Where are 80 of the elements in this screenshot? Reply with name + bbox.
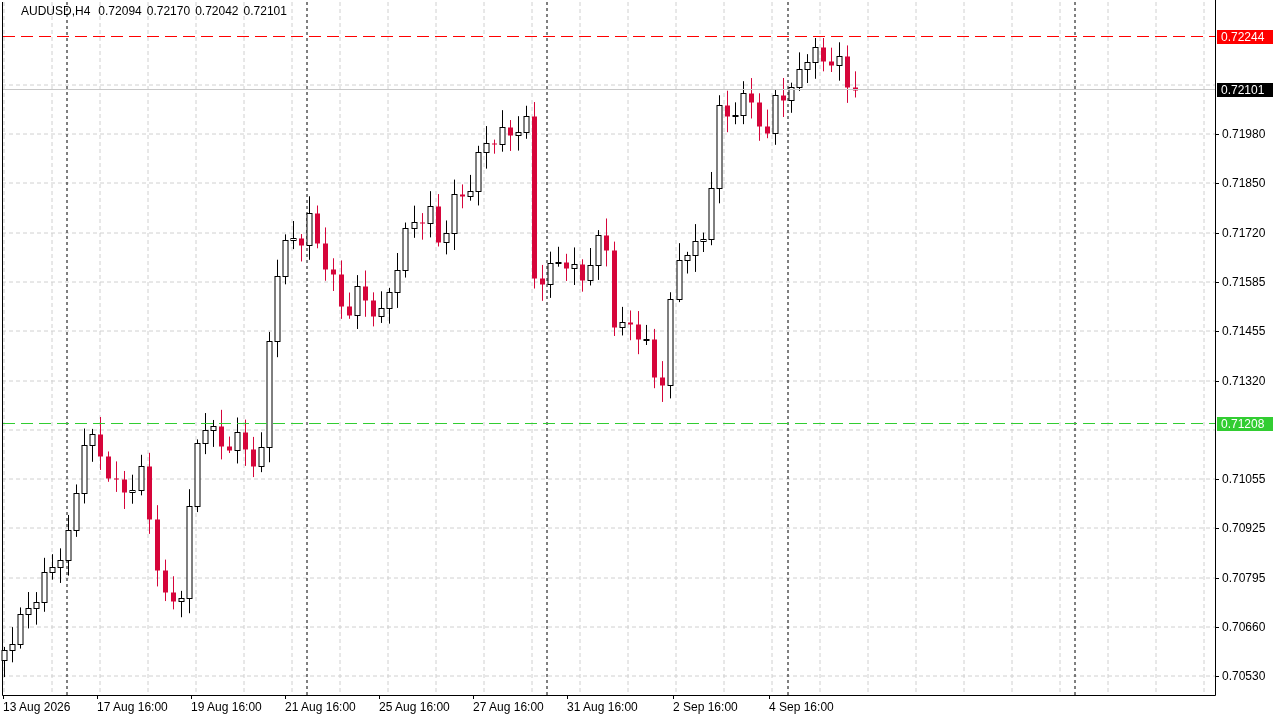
candlestick xyxy=(725,90,730,133)
candlestick xyxy=(171,575,176,610)
candlestick xyxy=(331,257,336,292)
price-label: 0.70795 xyxy=(1222,571,1266,585)
candlestick xyxy=(460,183,465,209)
candlestick xyxy=(251,436,256,478)
candlestick xyxy=(243,419,248,467)
ohlc-value: 0.72094 xyxy=(98,4,142,18)
candlestick xyxy=(765,109,770,139)
ohlc-value: 0.72101 xyxy=(243,4,287,18)
candlestick xyxy=(122,470,127,510)
candlestick xyxy=(339,259,344,320)
candlestick xyxy=(499,109,506,153)
candlestick xyxy=(836,41,843,82)
price-label: 0.71585 xyxy=(1222,275,1266,289)
candlestick xyxy=(354,274,361,330)
time-label: 13 Aug 2026 xyxy=(3,700,71,714)
time-label: 4 Sep 16:00 xyxy=(769,700,834,714)
candlestick xyxy=(660,360,665,403)
ohlc-value: 0.72170 xyxy=(146,4,191,18)
price-label: 0.71980 xyxy=(1222,127,1266,141)
candlestick xyxy=(564,253,569,282)
candlestick xyxy=(227,436,232,454)
candlestick xyxy=(234,417,241,464)
price-label: 0.70530 xyxy=(1222,669,1266,683)
candlestick xyxy=(643,324,650,346)
candlestick xyxy=(129,474,136,505)
time-label: 2 Sep 16:00 xyxy=(673,700,738,714)
candlestick xyxy=(636,310,641,355)
candlestick xyxy=(106,451,111,483)
price-label: 0.71455 xyxy=(1222,324,1266,338)
candlestick xyxy=(492,139,497,155)
candlestick xyxy=(652,328,657,389)
candlestick xyxy=(571,246,578,286)
price-tag: 0.72244 xyxy=(1217,30,1273,44)
price-label: 0.71055 xyxy=(1222,472,1266,486)
candlestick xyxy=(749,77,754,119)
candlestick xyxy=(619,306,626,336)
price-tag: 0.71208 xyxy=(1217,417,1273,431)
candlestick xyxy=(853,70,858,98)
candlestick xyxy=(371,291,376,327)
time-label: 25 Aug 16:00 xyxy=(379,700,450,714)
candlestick xyxy=(604,218,609,267)
candlestick xyxy=(628,310,633,341)
candlestick xyxy=(138,454,145,496)
candlestick xyxy=(323,226,328,282)
candlestick xyxy=(781,77,786,118)
candlestick xyxy=(363,270,368,318)
candlestick xyxy=(845,44,850,104)
candlestick xyxy=(580,258,585,293)
candlestick xyxy=(420,212,425,241)
time-label: 21 Aug 16:00 xyxy=(285,700,356,714)
candlestick xyxy=(315,205,320,249)
time-label: 19 Aug 16:00 xyxy=(191,700,262,714)
ohlc-value: 0.72042 xyxy=(195,4,239,18)
time-label: 17 Aug 16:00 xyxy=(97,700,168,714)
candlestick xyxy=(347,292,352,320)
price-label: 0.71320 xyxy=(1222,374,1266,388)
time-label: 31 Aug 16:00 xyxy=(567,700,638,714)
candlestick xyxy=(98,416,103,471)
candlestick xyxy=(427,190,434,238)
price-label: 0.70660 xyxy=(1222,620,1266,634)
candlestick xyxy=(540,264,545,302)
candlestick xyxy=(508,119,513,152)
candlestick xyxy=(163,559,168,602)
price-label: 0.71850 xyxy=(1222,176,1266,190)
candlestick xyxy=(299,233,304,262)
candlestick xyxy=(114,460,119,493)
candlestick xyxy=(757,92,762,142)
price-label: 0.71720 xyxy=(1222,226,1266,240)
candlestick xyxy=(829,47,834,73)
time-label: 27 Aug 16:00 xyxy=(473,700,544,714)
candlestick xyxy=(821,37,826,72)
candlestick xyxy=(436,193,441,247)
symbol-label: AUDUSD,H4 xyxy=(21,4,91,18)
candlestick xyxy=(219,409,224,460)
candlestick xyxy=(772,89,779,146)
candlestick xyxy=(411,205,418,239)
price-tag: 0.72101 xyxy=(1217,83,1273,97)
price-label: 0.70925 xyxy=(1222,521,1266,535)
